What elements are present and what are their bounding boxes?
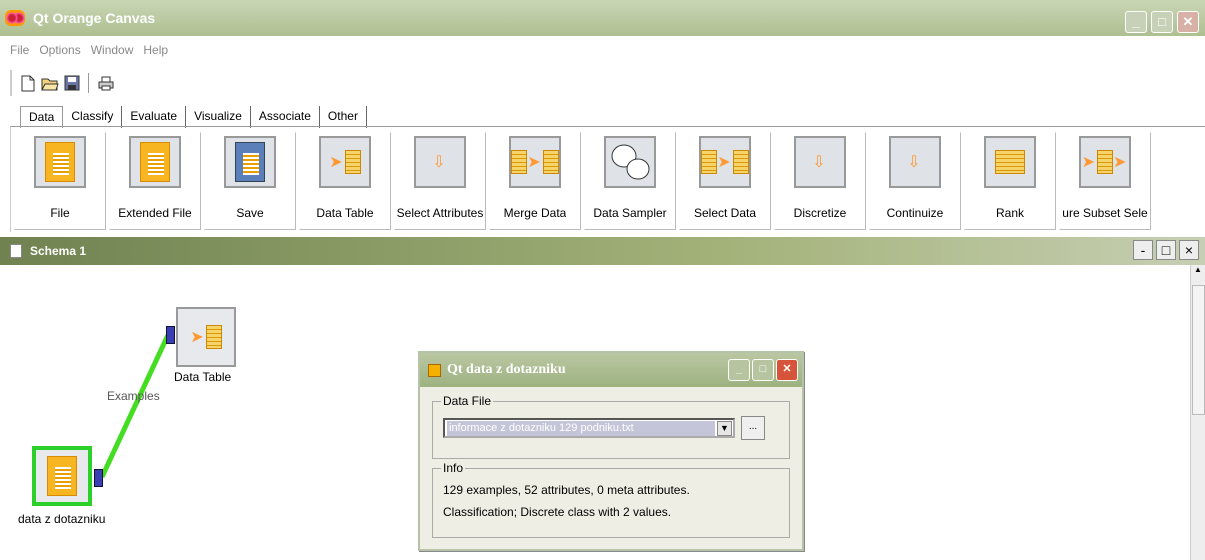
menu-options[interactable]: Options bbox=[39, 43, 80, 63]
node-data-file[interactable] bbox=[32, 446, 92, 506]
tab-other[interactable]: Other bbox=[319, 106, 367, 128]
orange-app-icon bbox=[5, 10, 25, 26]
window-title: Qt Orange Canvas bbox=[33, 10, 156, 26]
widget-label: File bbox=[50, 206, 70, 220]
widget-save[interactable]: Save bbox=[204, 132, 296, 230]
tab-data[interactable]: Data bbox=[20, 106, 64, 128]
widget-file[interactable]: File bbox=[14, 132, 106, 230]
dialog-title: Qt data z dotazniku bbox=[447, 362, 566, 377]
widget-data-table[interactable]: ➤ Data Table bbox=[299, 132, 391, 230]
dialog-app-icon bbox=[428, 363, 441, 377]
info-examples-text: 129 examples, 52 attributes, 0 meta attr… bbox=[443, 483, 690, 497]
widget-merge-data[interactable]: ➤ Merge Data bbox=[489, 132, 581, 230]
browse-button[interactable]: ... bbox=[741, 416, 765, 440]
save-widget-icon bbox=[224, 136, 276, 188]
chevron-down-icon[interactable]: ▼ bbox=[717, 421, 732, 436]
schema-title-bar: Schema 1 - □ × bbox=[0, 237, 1205, 265]
node-data-table[interactable]: ➤ bbox=[176, 307, 236, 367]
widget-label: Extended File bbox=[118, 206, 192, 220]
select-attributes-widget-icon: ⇩ bbox=[414, 136, 466, 188]
continuize-widget-icon: ⇩ bbox=[889, 136, 941, 188]
info-group: Info 129 examples, 52 attributes, 0 meta… bbox=[432, 461, 790, 538]
new-file-icon[interactable] bbox=[18, 73, 38, 93]
file-select-combo[interactable]: informace z dotazniku 129 podniku.txt ▼ bbox=[443, 418, 735, 438]
dialog-minimize-button[interactable]: _ bbox=[728, 359, 750, 381]
dialog-title-bar: Qt data z dotazniku _ □ ✕ bbox=[420, 353, 802, 387]
dialog-maximize-button[interactable]: □ bbox=[752, 359, 774, 381]
info-class-text: Classification; Discrete class with 2 va… bbox=[443, 505, 672, 519]
tab-evaluate[interactable]: Evaluate bbox=[122, 106, 187, 128]
dialog-close-button[interactable]: ✕ bbox=[776, 359, 798, 381]
widget-label: Data Table bbox=[316, 206, 374, 220]
info-legend: Info bbox=[441, 461, 466, 475]
tab-classify[interactable]: Classify bbox=[63, 106, 123, 128]
widget-select-data[interactable]: ➤ Select Data bbox=[679, 132, 771, 230]
tab-associate[interactable]: Associate bbox=[250, 106, 320, 128]
widget-label: Discretize bbox=[793, 206, 847, 220]
widget-category-tabs: Data Classify Evaluate Visualize Associa… bbox=[20, 106, 367, 128]
widget-label: Select Data bbox=[693, 206, 757, 220]
close-button[interactable]: ✕ bbox=[1177, 11, 1199, 33]
vertical-scrollbar[interactable]: ▲ bbox=[1190, 265, 1205, 560]
output-port[interactable] bbox=[94, 469, 103, 487]
data-file-group: Data File informace z dotazniku 129 podn… bbox=[432, 394, 790, 459]
widget-label: Rank bbox=[995, 206, 1024, 220]
menu-help[interactable]: Help bbox=[143, 43, 168, 63]
widget-select-attributes[interactable]: ⇩ Select Attributes bbox=[394, 132, 486, 230]
widget-discretize[interactable]: ⇩ Discretize bbox=[774, 132, 866, 230]
data-sampler-widget-icon bbox=[604, 136, 656, 188]
schema-restore-button[interactable]: □ bbox=[1156, 240, 1176, 260]
file-widget-dialog: Qt data z dotazniku _ □ ✕ Data File info… bbox=[418, 351, 804, 551]
input-port[interactable] bbox=[166, 326, 175, 344]
widget-label: Select Attributes bbox=[396, 206, 484, 220]
schema-minimize-button[interactable]: - bbox=[1133, 240, 1153, 260]
widget-label: Save bbox=[236, 206, 264, 220]
schema-close-button[interactable]: × bbox=[1179, 240, 1199, 260]
extended-file-widget-icon bbox=[129, 136, 181, 188]
menu-file[interactable]: File bbox=[10, 43, 29, 63]
link-label: Examples bbox=[107, 389, 160, 403]
tab-visualize[interactable]: Visualize bbox=[186, 106, 251, 128]
select-data-widget-icon: ➤ bbox=[699, 136, 751, 188]
node-data-file-label: data z dotazniku bbox=[18, 512, 106, 526]
scroll-thumb[interactable] bbox=[1192, 285, 1205, 415]
widget-label: Continuize bbox=[886, 206, 944, 220]
data-table-widget-icon: ➤ bbox=[319, 136, 371, 188]
scroll-up-icon[interactable]: ▲ bbox=[1191, 265, 1205, 274]
widget-label: ure Subset Sele bbox=[1062, 206, 1148, 220]
file-widget-icon bbox=[34, 136, 86, 188]
menu-window[interactable]: Window bbox=[91, 43, 134, 63]
rank-widget-icon bbox=[984, 136, 1036, 188]
open-folder-icon[interactable] bbox=[40, 73, 60, 93]
subset-selection-widget-icon: ➤ ➤ bbox=[1079, 136, 1131, 188]
widget-palette: File Extended File Save ➤ Data Table ⇩ Sel… bbox=[14, 132, 1154, 230]
widget-continuize[interactable]: ⇩ Continuize bbox=[869, 132, 961, 230]
discretize-widget-icon: ⇩ bbox=[794, 136, 846, 188]
menu-bar: File Options Window Help bbox=[0, 43, 168, 63]
widget-feature-subset-selection[interactable]: ➤ ➤ ure Subset Sele bbox=[1059, 132, 1151, 230]
save-disk-icon[interactable] bbox=[62, 73, 82, 93]
widget-extended-file[interactable]: Extended File bbox=[109, 132, 201, 230]
merge-data-widget-icon: ➤ bbox=[509, 136, 561, 188]
node-data-table-label: Data Table bbox=[174, 370, 232, 384]
toolbar-separator bbox=[88, 73, 90, 93]
minimize-button[interactable]: _ bbox=[1125, 11, 1147, 33]
title-bar: Qt Orange Canvas _ □ ✕ bbox=[0, 0, 1205, 36]
widget-data-sampler[interactable]: Data Sampler bbox=[584, 132, 676, 230]
main-toolbar bbox=[10, 70, 116, 96]
widget-label: Merge Data bbox=[503, 206, 567, 220]
selected-file-value: informace z dotazniku 129 podniku.txt bbox=[447, 421, 715, 436]
print-icon[interactable] bbox=[96, 73, 116, 93]
link-line[interactable] bbox=[99, 333, 171, 479]
widget-rank[interactable]: Rank bbox=[964, 132, 1056, 230]
data-file-legend: Data File bbox=[441, 394, 494, 408]
widget-label: Data Sampler bbox=[593, 206, 667, 220]
document-icon bbox=[10, 244, 22, 258]
maximize-button[interactable]: □ bbox=[1151, 11, 1173, 33]
schema-title: Schema 1 bbox=[30, 244, 87, 258]
